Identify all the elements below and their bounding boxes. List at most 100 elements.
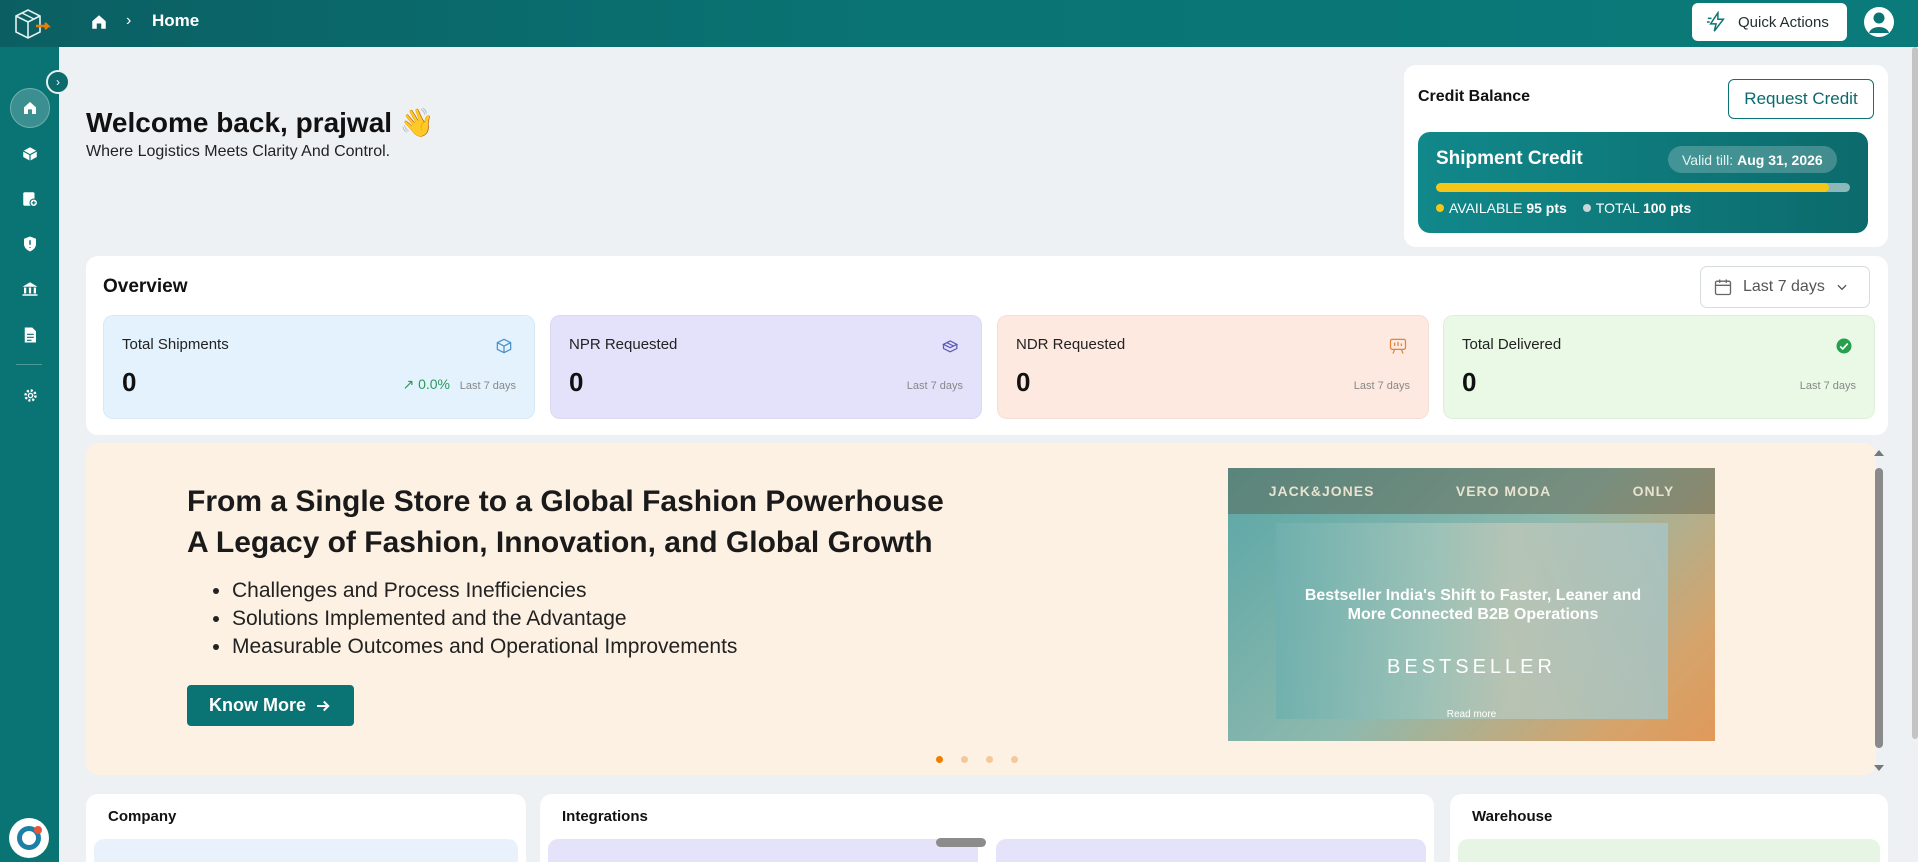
stat-value: 0: [122, 367, 137, 397]
sidebar-item-orders[interactable]: [10, 179, 50, 219]
check-circle-icon: [1834, 336, 1854, 356]
credit-balance-card: Credit Balance Request Credit Shipment C…: [1404, 65, 1888, 247]
lightning-icon: [1706, 11, 1725, 32]
carousel-dot[interactable]: [961, 756, 968, 763]
sidebar-item-reports[interactable]: [10, 315, 50, 355]
validity-badge: Valid till: Aug 31, 2026: [1668, 146, 1837, 173]
case-study-image[interactable]: JACK&JONES VERO MODA ONLY Bestseller Ind…: [1228, 468, 1715, 741]
app-logo[interactable]: [12, 6, 54, 42]
integrations-card: Integrations: [540, 794, 1434, 862]
top-bar: › Home Quick Actions: [0, 0, 1918, 47]
calendar-icon: [1714, 279, 1732, 296]
stat-trend: ↗ 0.0%: [402, 376, 450, 393]
credit-progress-fill: [1436, 183, 1830, 192]
user-avatar[interactable]: [1864, 7, 1894, 37]
validity-date: Aug 31, 2026: [1737, 151, 1823, 168]
sidebar-expand-button[interactable]: ›: [46, 70, 70, 94]
promo-banner-carousel: From a Single Store to a Global Fashion …: [86, 443, 1876, 775]
available-credit: AVAILABLE 95 pts: [1436, 200, 1567, 216]
quick-actions-label: Quick Actions: [1738, 13, 1829, 31]
bestseller-logo: BESTSELLER: [1387, 656, 1556, 678]
request-credit-button[interactable]: Request Credit: [1728, 79, 1874, 119]
credit-progress-bar: [1436, 183, 1850, 192]
know-more-label: Know More: [209, 695, 306, 715]
stat-card-total-delivered[interactable]: Total Delivered 0 Last 7 days: [1443, 315, 1875, 419]
date-range-select[interactable]: Last 7 days: [1700, 266, 1870, 308]
overview-title: Overview: [103, 276, 188, 297]
warehouse-card: Warehouse: [1450, 794, 1888, 862]
banner-headline-2: A Legacy of Fashion, Innovation, and Glo…: [187, 526, 933, 559]
stat-period: Last 7 days: [1353, 380, 1410, 392]
integration-panel: [548, 839, 978, 862]
credit-balance-title: Credit Balance: [1418, 88, 1531, 105]
stat-label: Total Shipments: [122, 336, 229, 353]
banner-bullet: Solutions Implemented and the Advantage: [232, 605, 737, 633]
total-value: 100 pts: [1642, 200, 1692, 216]
banner-scroll-thumb[interactable]: [1875, 468, 1883, 748]
breadcrumb-current-page: Home: [152, 11, 200, 30]
trend-up-icon: ↗: [402, 376, 415, 392]
carousel-dots: [936, 756, 1018, 763]
available-dot: [1436, 204, 1444, 212]
warehouse-inner-panel: [1458, 839, 1880, 862]
scroll-up-icon: [1874, 450, 1884, 456]
stat-trend-value: 0.0%: [418, 376, 450, 392]
stat-card-total-shipments[interactable]: Total Shipments 0 ↗ 0.0% Last 7 days: [103, 315, 535, 419]
brand-name: ONLY: [1632, 483, 1675, 499]
shipment-credit-title: Shipment Credit: [1436, 148, 1583, 169]
integration-panel: [996, 839, 1426, 862]
stat-period: Last 7 days: [1799, 380, 1856, 392]
sidebar-item-home[interactable]: [10, 88, 50, 128]
alert-shield-icon: [24, 236, 36, 252]
company-card: Company: [86, 794, 526, 862]
breadcrumb-home-icon[interactable]: [90, 13, 110, 33]
carousel-dot[interactable]: [986, 756, 993, 763]
brand-name: VERO MODA: [1455, 483, 1552, 499]
warehouse-title: Warehouse: [1472, 808, 1553, 825]
bank-icon: [22, 282, 38, 296]
brand-name: JACK&JONES: [1268, 483, 1375, 499]
stat-label: NPR Requested: [569, 336, 678, 353]
stat-label: Total Delivered: [1462, 336, 1562, 353]
banner-bullet: Challenges and Process Inefficiencies: [232, 577, 737, 605]
sidebar-divider: [16, 364, 42, 365]
presentation-icon: [1388, 336, 1408, 356]
banner-bullet-list: Challenges and Process Inefficiencies So…: [232, 577, 737, 661]
sidebar-item-exceptions[interactable]: [10, 224, 50, 264]
chevron-down-icon: [1837, 284, 1847, 291]
arrow-right-icon: [317, 700, 330, 711]
stat-card-npr-requested[interactable]: NPR Requested 0 Last 7 days: [550, 315, 982, 419]
welcome-tagline: Where Logistics Meets Clarity And Contro…: [86, 143, 391, 160]
banner-bullet: Measurable Outcomes and Operational Impr…: [232, 633, 737, 661]
report-icon: [24, 327, 36, 343]
gear-icon: [23, 388, 37, 402]
sidebar-item-shipments[interactable]: [10, 134, 50, 174]
total-dot: [1582, 204, 1591, 212]
drag-handle[interactable]: [936, 838, 986, 847]
cube-icon: [494, 336, 514, 356]
carousel-dot[interactable]: [936, 756, 943, 763]
carousel-dot[interactable]: [1011, 756, 1018, 763]
stat-period: Last 7 days: [906, 380, 963, 392]
support-chat-button[interactable]: [9, 818, 49, 858]
banner-headline-1: From a Single Store to a Global Fashion …: [187, 485, 944, 518]
know-more-button[interactable]: Know More: [187, 685, 354, 726]
scroll-down-icon: [1874, 765, 1884, 771]
quick-actions-button[interactable]: Quick Actions: [1692, 3, 1847, 41]
box-icon: [22, 147, 38, 161]
boxes-icon: [941, 336, 961, 356]
available-value: 95 pts: [1526, 200, 1567, 216]
stat-value: 0: [1462, 367, 1477, 397]
read-more-link[interactable]: Read more: [1228, 709, 1715, 720]
company-inner-panel: [94, 839, 518, 862]
sidebar-item-settings[interactable]: [10, 375, 50, 415]
stat-value: 0: [1016, 367, 1031, 397]
stat-label: NDR Requested: [1016, 336, 1126, 353]
date-range-value: Last 7 days: [1743, 278, 1825, 295]
breadcrumb-separator: ›: [126, 12, 132, 29]
credit-legend: AVAILABLE 95 pts TOTAL 100 pts: [1436, 200, 1691, 216]
stat-card-ndr-requested[interactable]: NDR Requested 0 Last 7 days: [997, 315, 1429, 419]
available-label: AVAILABLE: [1449, 200, 1523, 216]
sidebar-item-finance[interactable]: [10, 269, 50, 309]
page-scrollbar[interactable]: [1912, 47, 1918, 739]
